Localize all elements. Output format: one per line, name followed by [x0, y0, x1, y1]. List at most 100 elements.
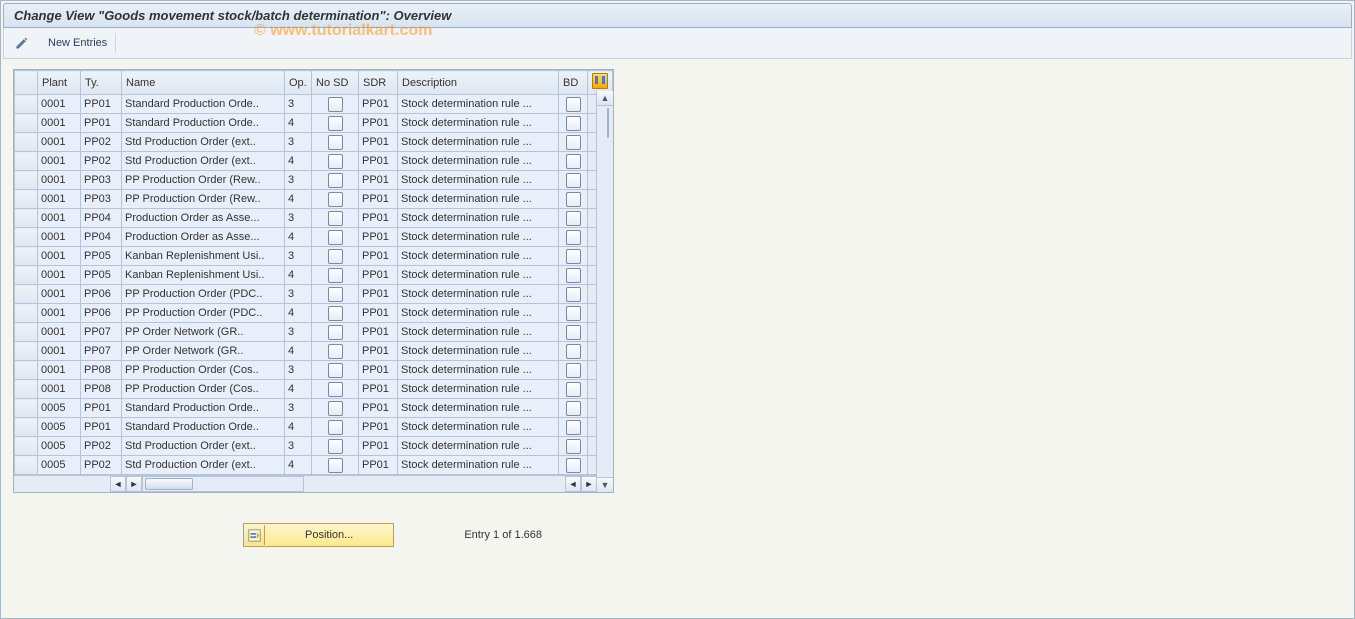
cell-sdr[interactable]: PP01 [359, 437, 398, 456]
cell-desc[interactable]: Stock determination rule ... [398, 418, 559, 437]
cell-nosd[interactable] [312, 209, 359, 228]
bd-checkbox[interactable] [566, 382, 581, 397]
cell-name[interactable]: PP Order Network (GR.. [122, 342, 285, 361]
table-row[interactable]: 0005PP01Standard Production Orde..3PP01S… [15, 399, 613, 418]
table-row[interactable]: 0001PP06PP Production Order (PDC..3PP01S… [15, 285, 613, 304]
cell-bd[interactable] [559, 456, 588, 475]
bd-checkbox[interactable] [566, 325, 581, 340]
cell-ty[interactable]: PP02 [81, 437, 122, 456]
bd-checkbox[interactable] [566, 287, 581, 302]
cell-desc[interactable]: Stock determination rule ... [398, 380, 559, 399]
cell-ty[interactable]: PP07 [81, 323, 122, 342]
bd-checkbox[interactable] [566, 439, 581, 454]
cell-desc[interactable]: Stock determination rule ... [398, 323, 559, 342]
cell-desc[interactable]: Stock determination rule ... [398, 95, 559, 114]
toggle-display-change-icon[interactable] [12, 33, 32, 53]
vscroll-down-icon[interactable]: ▼ [597, 477, 613, 492]
col-header-sdr[interactable]: SDR [359, 71, 398, 95]
cell-plant[interactable]: 0005 [38, 418, 81, 437]
table-row[interactable]: 0001PP08PP Production Order (Cos..3PP01S… [15, 361, 613, 380]
table-row[interactable]: 0001PP03PP Production Order (Rew..4PP01S… [15, 190, 613, 209]
cell-name[interactable]: PP Production Order (PDC.. [122, 304, 285, 323]
cell-op[interactable]: 3 [285, 247, 312, 266]
cell-op[interactable]: 4 [285, 304, 312, 323]
col-header-name[interactable]: Name [122, 71, 285, 95]
nosd-checkbox[interactable] [328, 363, 343, 378]
row-selector[interactable] [15, 285, 38, 304]
table-row[interactable]: 0001PP03PP Production Order (Rew..3PP01S… [15, 171, 613, 190]
bd-checkbox[interactable] [566, 458, 581, 473]
cell-nosd[interactable] [312, 437, 359, 456]
col-header-bd[interactable]: BD [559, 71, 588, 95]
cell-plant[interactable]: 0005 [38, 399, 81, 418]
cell-ty[interactable]: PP06 [81, 285, 122, 304]
cell-desc[interactable]: Stock determination rule ... [398, 171, 559, 190]
cell-ty[interactable]: PP08 [81, 380, 122, 399]
cell-bd[interactable] [559, 152, 588, 171]
table-row[interactable]: 0005PP02Std Production Order (ext..4PP01… [15, 456, 613, 475]
cell-bd[interactable] [559, 399, 588, 418]
cell-nosd[interactable] [312, 323, 359, 342]
nosd-checkbox[interactable] [328, 458, 343, 473]
cell-desc[interactable]: Stock determination rule ... [398, 399, 559, 418]
cell-desc[interactable]: Stock determination rule ... [398, 152, 559, 171]
cell-name[interactable]: PP Production Order (Rew.. [122, 171, 285, 190]
bd-checkbox[interactable] [566, 173, 581, 188]
row-selector[interactable] [15, 418, 38, 437]
cell-bd[interactable] [559, 361, 588, 380]
cell-sdr[interactable]: PP01 [359, 456, 398, 475]
cell-desc[interactable]: Stock determination rule ... [398, 114, 559, 133]
cell-op[interactable]: 4 [285, 152, 312, 171]
cell-sdr[interactable]: PP01 [359, 323, 398, 342]
cell-ty[interactable]: PP03 [81, 171, 122, 190]
cell-op[interactable]: 4 [285, 114, 312, 133]
row-selector[interactable] [15, 380, 38, 399]
table-row[interactable]: 0001PP01Standard Production Orde..4PP01S… [15, 114, 613, 133]
nosd-checkbox[interactable] [328, 439, 343, 454]
table-row[interactable]: 0001PP05Kanban Replenishment Usi..3PP01S… [15, 247, 613, 266]
cell-op[interactable]: 3 [285, 285, 312, 304]
cell-name[interactable]: Production Order as Asse... [122, 209, 285, 228]
nosd-checkbox[interactable] [328, 306, 343, 321]
hscroll-left-icon[interactable]: ◄ [110, 476, 126, 492]
row-selector[interactable] [15, 323, 38, 342]
cell-op[interactable]: 4 [285, 342, 312, 361]
cell-desc[interactable]: Stock determination rule ... [398, 342, 559, 361]
cell-bd[interactable] [559, 380, 588, 399]
vscroll-up-icon[interactable]: ▲ [597, 91, 613, 106]
cell-desc[interactable]: Stock determination rule ... [398, 133, 559, 152]
cell-plant[interactable]: 0001 [38, 285, 81, 304]
cell-plant[interactable]: 0001 [38, 95, 81, 114]
col-header-nosd[interactable]: No SD [312, 71, 359, 95]
cell-desc[interactable]: Stock determination rule ... [398, 304, 559, 323]
cell-nosd[interactable] [312, 361, 359, 380]
cell-desc[interactable]: Stock determination rule ... [398, 247, 559, 266]
row-selector-header[interactable] [15, 71, 38, 95]
nosd-checkbox[interactable] [328, 97, 343, 112]
cell-desc[interactable]: Stock determination rule ... [398, 437, 559, 456]
row-selector[interactable] [15, 304, 38, 323]
row-selector[interactable] [15, 190, 38, 209]
cell-name[interactable]: Production Order as Asse... [122, 228, 285, 247]
row-selector[interactable] [15, 95, 38, 114]
nosd-checkbox[interactable] [328, 420, 343, 435]
cell-ty[interactable]: PP01 [81, 114, 122, 133]
nosd-checkbox[interactable] [328, 173, 343, 188]
cell-plant[interactable]: 0005 [38, 456, 81, 475]
cell-sdr[interactable]: PP01 [359, 399, 398, 418]
hscroll-left-icon-2[interactable]: ◄ [565, 476, 581, 492]
cell-sdr[interactable]: PP01 [359, 209, 398, 228]
cell-desc[interactable]: Stock determination rule ... [398, 190, 559, 209]
cell-bd[interactable] [559, 285, 588, 304]
cell-nosd[interactable] [312, 285, 359, 304]
cell-plant[interactable]: 0001 [38, 380, 81, 399]
cell-nosd[interactable] [312, 342, 359, 361]
cell-name[interactable]: Standard Production Orde.. [122, 95, 285, 114]
cell-nosd[interactable] [312, 228, 359, 247]
table-row[interactable]: 0001PP04Production Order as Asse...4PP01… [15, 228, 613, 247]
cell-op[interactable]: 4 [285, 418, 312, 437]
cell-name[interactable]: PP Production Order (Cos.. [122, 380, 285, 399]
cell-plant[interactable]: 0001 [38, 114, 81, 133]
cell-op[interactable]: 3 [285, 209, 312, 228]
cell-desc[interactable]: Stock determination rule ... [398, 456, 559, 475]
